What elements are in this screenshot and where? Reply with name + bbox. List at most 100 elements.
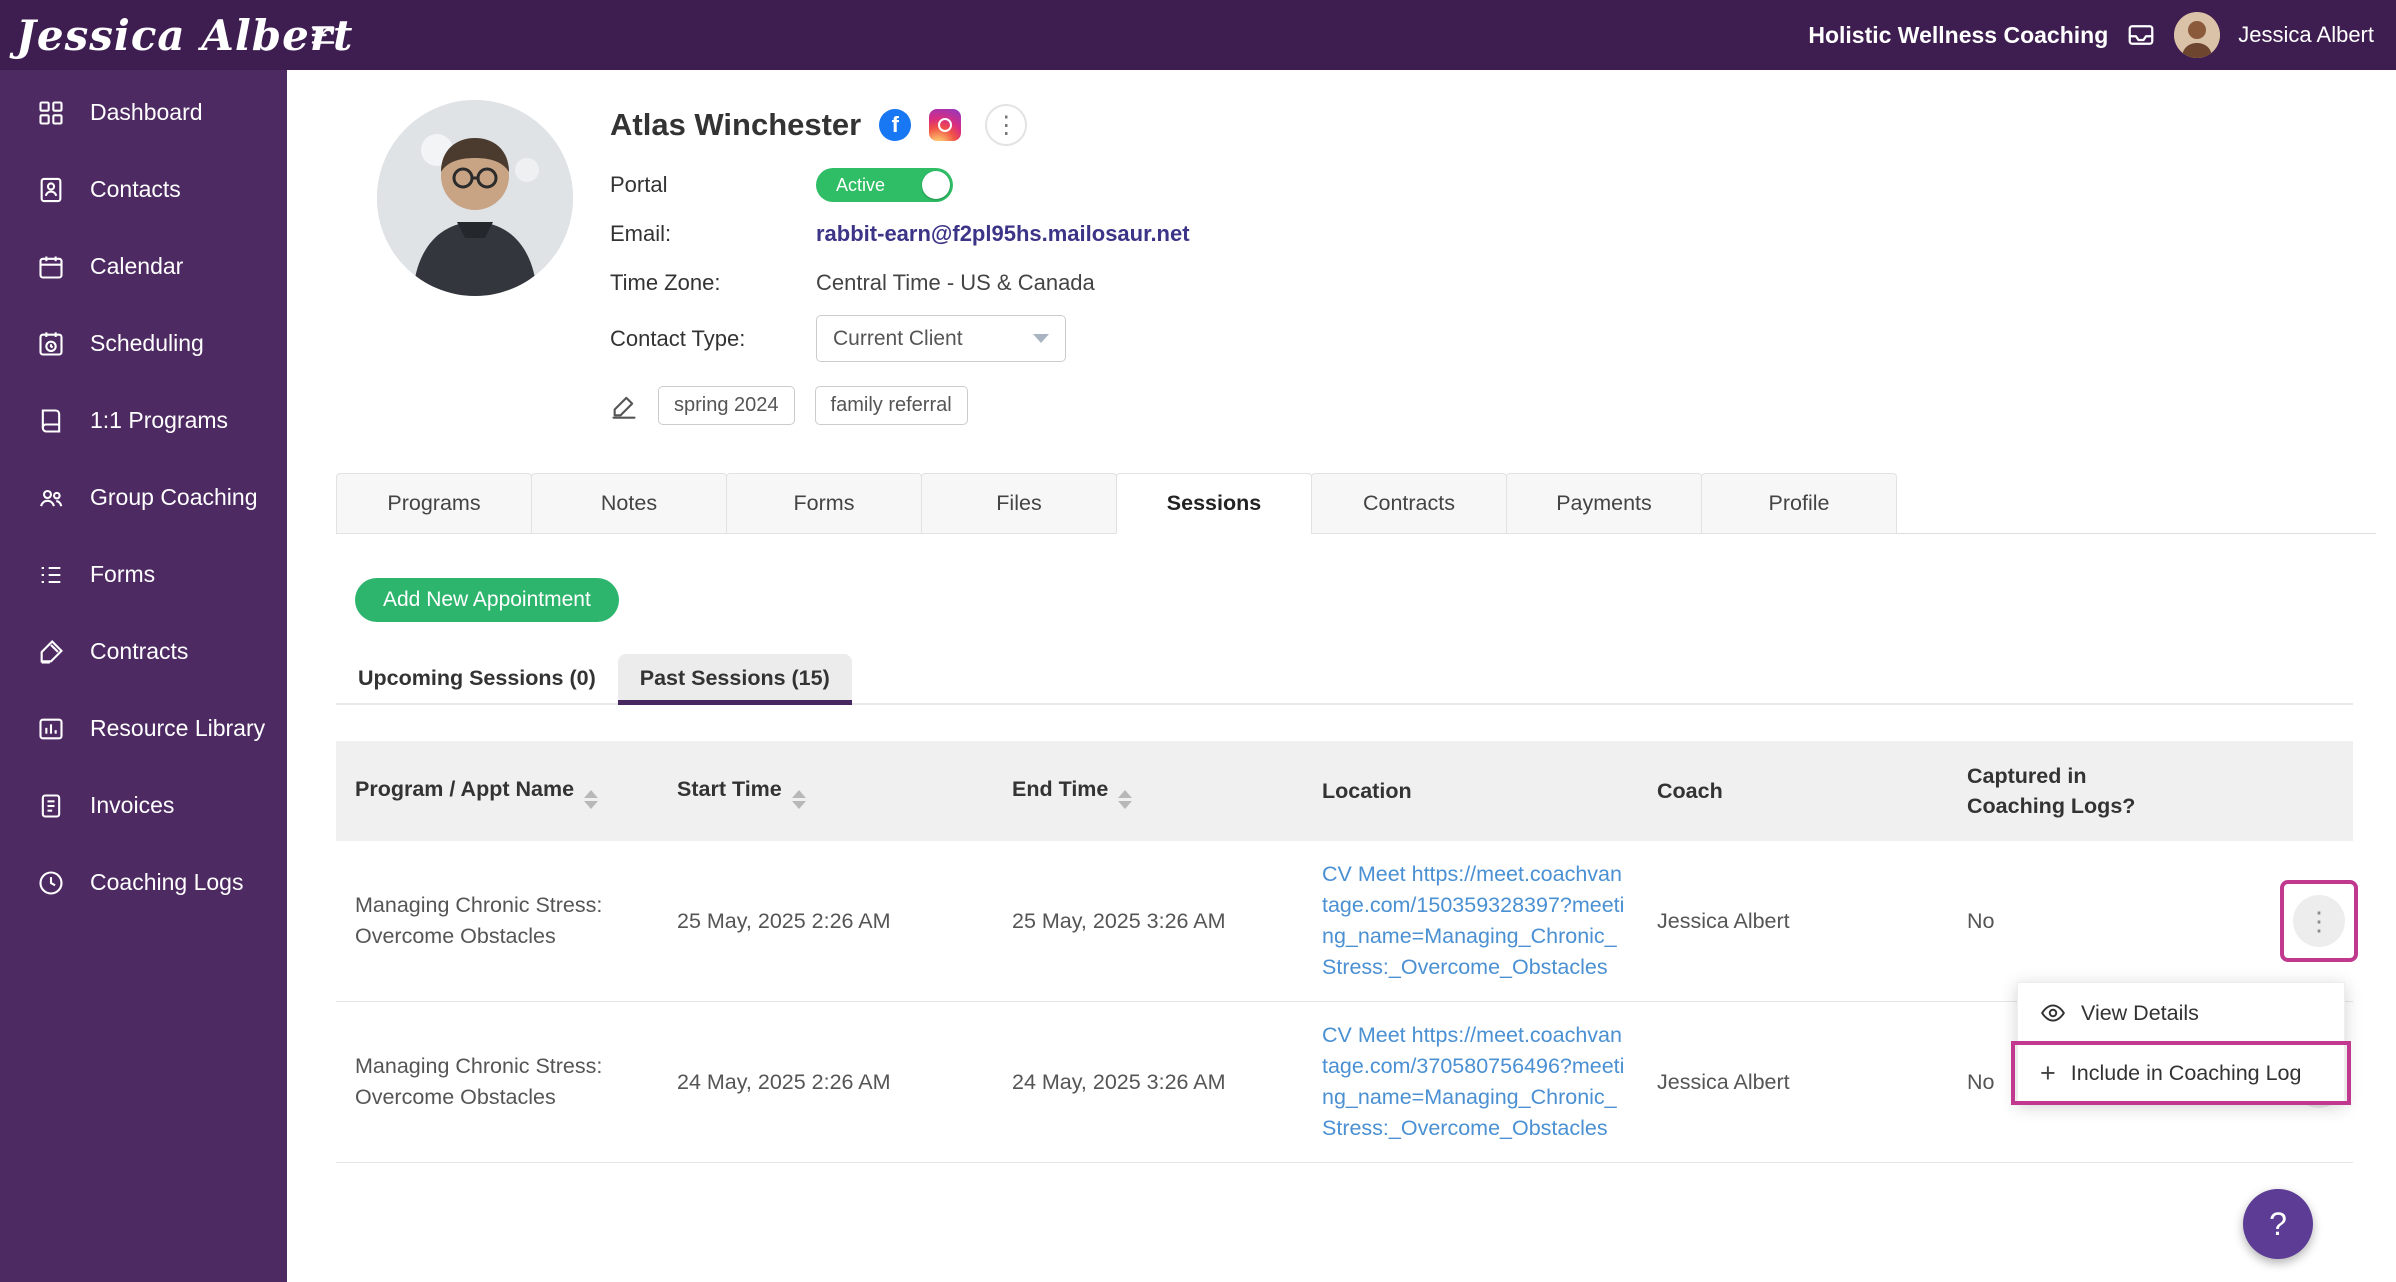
row-actions-button[interactable]: ⋮ <box>2293 895 2345 947</box>
contact-type-label: Contact Type: <box>610 325 746 351</box>
contact-type-value: Current Client <box>833 326 963 350</box>
tab-profile[interactable]: Profile <box>1701 473 1897 534</box>
avatar-image <box>2174 12 2221 58</box>
instagram-icon[interactable] <box>929 109 962 141</box>
sort-icon[interactable] <box>584 789 599 809</box>
col-coach: Coach <box>1641 741 1951 841</box>
sort-icon[interactable] <box>1118 789 1133 809</box>
edit-tags-icon[interactable] <box>610 392 638 420</box>
email-label: Email: <box>610 221 672 246</box>
sidebar-item-label: Group Coaching <box>90 484 258 510</box>
brand-logo: Jessica Albert <box>16 10 354 60</box>
sidebar-item-scheduling[interactable]: Scheduling <box>0 305 287 382</box>
contact-options-button[interactable]: ⋮ <box>985 104 1028 146</box>
session-captured: No <box>1951 841 2198 1002</box>
contact-type-select[interactable]: Current Client <box>816 315 1066 362</box>
tab-forms[interactable]: Forms <box>726 473 922 534</box>
contact-name-row: Atlas Winchester f ⋮ <box>610 104 1190 146</box>
session-start: 24 May, 2025 2:26 AM <box>661 1001 996 1163</box>
portal-label: Portal <box>610 172 668 197</box>
session-location: CV Meet https://meet.coachvantage.com/37… <box>1306 1001 1641 1163</box>
email-row: Email: rabbit-earn@f2pl95hs.mailosaur.ne… <box>610 217 1190 251</box>
sort-icon[interactable] <box>791 789 806 809</box>
subtab-past-sessions[interactable]: Past Sessions (15) <box>617 654 852 705</box>
col-start-time[interactable]: Start Time <box>661 741 996 841</box>
location-link[interactable]: CV Meet https://meet.coachvantage.com/15… <box>1322 859 1625 983</box>
portal-status-text: Active <box>836 174 886 195</box>
table-header-row: Program / Appt Name Start Time End Time … <box>336 741 2353 841</box>
sidebar-item-invoices[interactable]: Invoices <box>0 767 287 844</box>
menu-item-include-in-coaching-log[interactable]: + Include in Coaching Log <box>2011 1041 2351 1105</box>
help-button[interactable]: ? <box>2243 1189 2313 1259</box>
tab-payments[interactable]: Payments <box>1506 473 1702 534</box>
sidebar-item-dashboard[interactable]: Dashboard <box>0 74 287 151</box>
col-end-time[interactable]: End Time <box>996 741 1306 841</box>
sidebar-item-label: Forms <box>90 561 156 587</box>
sidebar-item-contracts[interactable]: Contracts <box>0 613 287 690</box>
menu-item-view-details[interactable]: View Details <box>2018 983 2344 1043</box>
timezone-label: Time Zone: <box>610 270 721 295</box>
sidebar: Dashboard Contacts Calendar Scheduling 1… <box>0 70 287 1282</box>
sidebar-item-calendar[interactable]: Calendar <box>0 228 287 305</box>
user-avatar[interactable] <box>2174 12 2221 58</box>
sidebar-item-contacts[interactable]: Contacts <box>0 151 287 228</box>
timezone-value: Central Time - US & Canada <box>816 270 1095 295</box>
sidebar-item-label: Contracts <box>90 638 189 664</box>
hamburger-icon <box>311 26 335 44</box>
sidebar-item-label: Invoices <box>90 792 175 818</box>
calendar-icon <box>34 250 68 284</box>
scheduling-icon <box>34 327 68 361</box>
session-start: 25 May, 2025 2:26 AM <box>661 841 996 1002</box>
sidebar-item-label: Coaching Logs <box>90 869 244 895</box>
inbox-icon[interactable] <box>2126 20 2156 50</box>
eye-icon <box>2041 1004 2065 1022</box>
sidebar-item-programs[interactable]: 1:1 Programs <box>0 382 287 459</box>
sidebar-item-label: Scheduling <box>90 330 204 356</box>
coaching-logs-icon <box>34 866 68 900</box>
session-end: 25 May, 2025 3:26 AM <box>996 841 1306 1002</box>
session-program: Managing Chronic Stress: Overcome Obstac… <box>336 841 661 1002</box>
tab-sessions[interactable]: Sessions <box>1116 473 1312 534</box>
contacts-icon <box>34 173 68 207</box>
programs-icon <box>34 404 68 438</box>
col-program[interactable]: Program / Appt Name <box>336 741 661 841</box>
tag-pill[interactable]: family referral <box>814 386 968 425</box>
tag-pill[interactable]: spring 2024 <box>658 386 795 425</box>
sidebar-toggle-button[interactable] <box>308 20 338 50</box>
session-end: 24 May, 2025 3:26 AM <box>996 1001 1306 1163</box>
tab-programs[interactable]: Programs <box>336 473 532 534</box>
org-name[interactable]: Holistic Wellness Coaching <box>1808 22 2108 49</box>
col-location: Location <box>1306 741 1641 841</box>
add-new-appointment-button[interactable]: Add New Appointment <box>355 578 619 622</box>
contact-info-rows: Portal Active Email: rabbit-earn@f2pl95h… <box>610 168 1190 362</box>
portal-toggle[interactable]: Active <box>816 168 953 202</box>
tab-contracts[interactable]: Contracts <box>1311 473 1507 534</box>
sidebar-item-label: Calendar <box>90 253 184 279</box>
col-captured: Captured in Coaching Logs? <box>1951 741 2198 841</box>
location-link[interactable]: CV Meet https://meet.coachvantage.com/37… <box>1322 1020 1625 1144</box>
contact-tabs: Programs Notes Forms Files Sessions Cont… <box>336 473 2376 534</box>
email-link[interactable]: rabbit-earn@f2pl95hs.mailosaur.net <box>816 221 1190 247</box>
session-program: Managing Chronic Stress: Overcome Obstac… <box>336 1001 661 1163</box>
facebook-icon[interactable]: f <box>879 109 912 141</box>
session-coach: Jessica Albert <box>1641 1001 1951 1163</box>
session-location: CV Meet https://meet.coachvantage.com/15… <box>1306 841 1641 1002</box>
row-actions-menu: View Details + Include in Coaching Log <box>2011 982 2351 1105</box>
user-name[interactable]: Jessica Albert <box>2238 22 2374 48</box>
session-row: Managing Chronic Stress: Overcome Obstac… <box>336 841 2358 1002</box>
sidebar-item-label: Contacts <box>90 176 181 202</box>
plus-icon: + <box>2040 1057 2056 1088</box>
sidebar-item-coaching-logs[interactable]: Coaching Logs <box>0 844 287 921</box>
session-actions: ⋮ <box>2198 841 2358 1002</box>
contact-profile-header: Atlas Winchester f ⋮ Portal Active Email… <box>287 70 2396 425</box>
tab-notes[interactable]: Notes <box>531 473 727 534</box>
sidebar-item-forms[interactable]: Forms <box>0 536 287 613</box>
forms-icon <box>34 558 68 592</box>
sessions-subtabs: Upcoming Sessions (0) Past Sessions (15) <box>336 654 2353 705</box>
group-coaching-icon <box>34 481 68 515</box>
tab-files[interactable]: Files <box>921 473 1117 534</box>
sidebar-item-group-coaching[interactable]: Group Coaching <box>0 459 287 536</box>
tags-row: spring 2024 family referral <box>610 386 1190 425</box>
subtab-upcoming-sessions[interactable]: Upcoming Sessions (0) <box>336 654 618 703</box>
sidebar-item-resource-library[interactable]: Resource Library <box>0 690 287 767</box>
